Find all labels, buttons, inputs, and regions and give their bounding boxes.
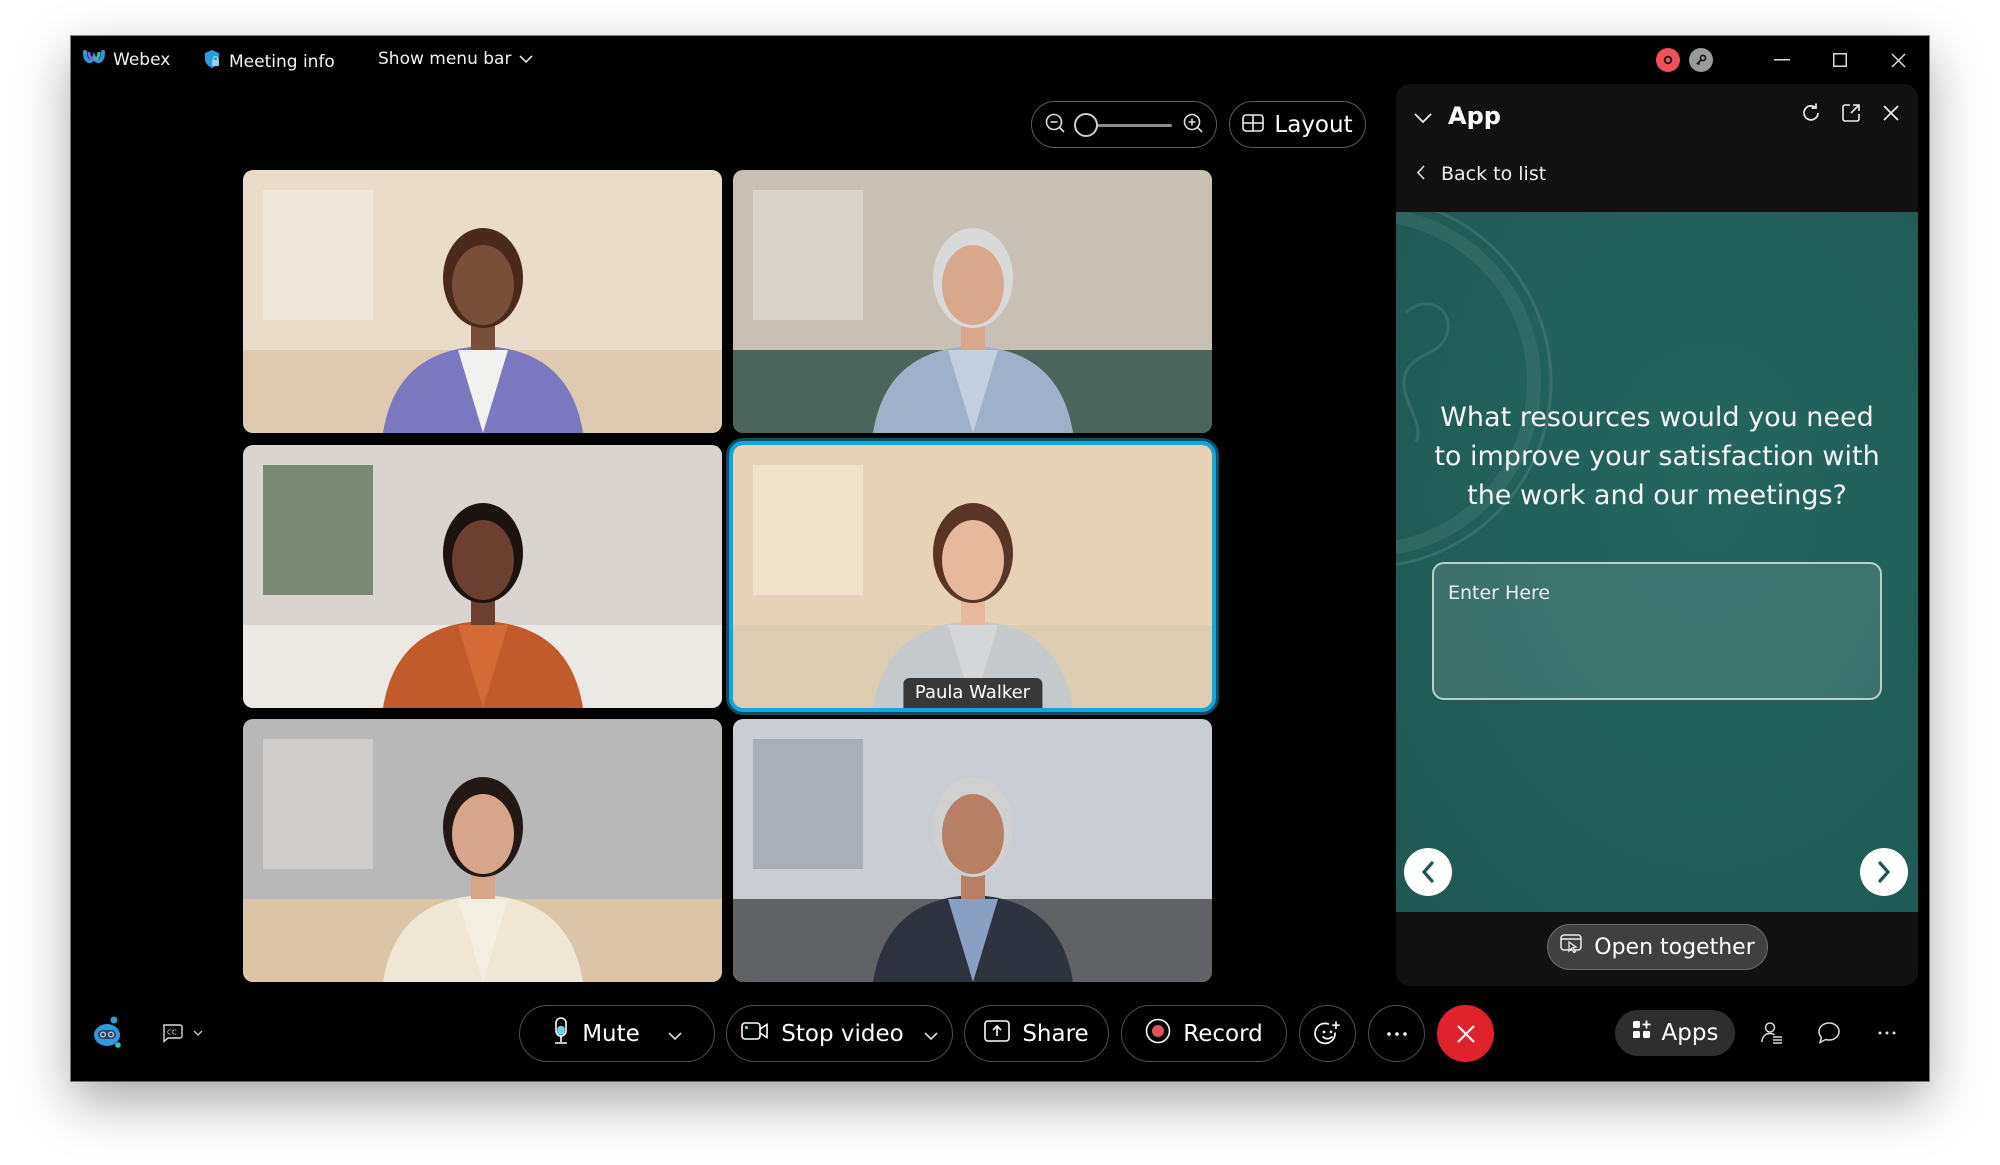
closed-captions-button[interactable]: CC bbox=[157, 1015, 207, 1051]
chevron-down-icon bbox=[519, 49, 534, 69]
closed-captions-icon: CC bbox=[163, 1024, 183, 1043]
show-menu-bar-button[interactable]: Show menu bar bbox=[378, 49, 534, 69]
chevron-down-icon bbox=[193, 1030, 203, 1036]
webex-app-menu[interactable]: Webex bbox=[83, 49, 170, 70]
panel-actions bbox=[1800, 102, 1902, 124]
participant-name-label: Paula Walker bbox=[902, 678, 1043, 708]
chevron-left-icon bbox=[1416, 163, 1425, 185]
webex-logo-icon bbox=[83, 49, 105, 70]
share-window-icon bbox=[1560, 934, 1582, 960]
app-side-panel: App Back to list What resources would yo… bbox=[1396, 84, 1918, 986]
pop-out-icon[interactable] bbox=[1840, 102, 1862, 124]
apps-label: Apps bbox=[1661, 1020, 1719, 1046]
open-together-button[interactable]: Open together bbox=[1547, 924, 1768, 970]
participant-video-tile[interactable] bbox=[733, 170, 1212, 433]
show-menu-bar-label: Show menu bar bbox=[378, 49, 512, 69]
previous-button[interactable] bbox=[1404, 848, 1452, 896]
participant-video-feed bbox=[733, 170, 1212, 433]
participant-video-feed bbox=[243, 170, 722, 433]
layout-button[interactable]: Layout bbox=[1229, 101, 1366, 148]
back-to-list-label: Back to list bbox=[1441, 163, 1547, 185]
more-horizontal-icon bbox=[1878, 1031, 1896, 1035]
back-to-list-link[interactable]: Back to list bbox=[1416, 163, 1546, 185]
panel-collapse-toggle[interactable]: App bbox=[1414, 102, 1501, 130]
panel-title: App bbox=[1448, 102, 1501, 130]
survey-question: What resources would you need to improve… bbox=[1434, 402, 1880, 511]
record-label: Record bbox=[1183, 1020, 1263, 1047]
zoom-out-icon[interactable] bbox=[1044, 112, 1066, 138]
participant-video-tile[interactable] bbox=[733, 719, 1212, 982]
video-zoom-control bbox=[1031, 101, 1217, 148]
participant-video-tile[interactable] bbox=[243, 445, 722, 708]
mute-options-chevron-icon[interactable] bbox=[668, 1021, 682, 1047]
chevron-down-icon bbox=[1414, 102, 1432, 130]
ai-assistant-icon bbox=[94, 1016, 121, 1048]
share-label: Share bbox=[1022, 1020, 1089, 1047]
meeting-controls-bar: CC Mute Stop video Share Record Apps bbox=[71, 998, 1929, 1068]
recording-indicator-icon[interactable] bbox=[1656, 48, 1680, 72]
chat-button[interactable] bbox=[1811, 1015, 1847, 1051]
stop-video-button[interactable]: Stop video bbox=[726, 1005, 953, 1062]
chevron-left-icon bbox=[1421, 861, 1434, 883]
participant-video-feed bbox=[243, 445, 722, 708]
meeting-info-label: Meeting info bbox=[229, 51, 335, 72]
reactions-button[interactable] bbox=[1299, 1005, 1356, 1062]
webex-meeting-window: Webex Meeting info Show menu bar Layout … bbox=[71, 36, 1929, 1081]
participant-video-tile[interactable] bbox=[243, 170, 722, 433]
refresh-icon[interactable] bbox=[1800, 102, 1822, 124]
title-bar: Webex Meeting info Show menu bar bbox=[71, 36, 1929, 84]
grid-layout-icon bbox=[1242, 112, 1265, 138]
minimize-icon bbox=[1774, 59, 1790, 61]
add-reaction-icon bbox=[1313, 1021, 1340, 1044]
panel-header: App bbox=[1396, 84, 1918, 140]
zoom-slider-thumb[interactable] bbox=[1074, 112, 1098, 137]
layout-label: Layout bbox=[1274, 111, 1353, 138]
record-icon bbox=[1145, 1018, 1171, 1050]
more-panel-options-button[interactable] bbox=[1869, 1015, 1905, 1051]
apps-grid-icon bbox=[1632, 1020, 1652, 1046]
share-screen-icon bbox=[984, 1019, 1011, 1048]
shield-lock-icon bbox=[203, 49, 221, 74]
participants-icon bbox=[1761, 1022, 1782, 1044]
participant-video-feed bbox=[243, 719, 722, 982]
title-bar-right bbox=[1656, 36, 1929, 84]
video-options-chevron-icon[interactable] bbox=[924, 1021, 938, 1047]
chat-bubble-icon bbox=[1818, 1022, 1840, 1045]
participant-video-tile[interactable] bbox=[243, 719, 722, 982]
answer-input[interactable] bbox=[1432, 562, 1882, 700]
next-button[interactable] bbox=[1860, 848, 1908, 896]
close-icon bbox=[1456, 1024, 1475, 1043]
stop-video-label: Stop video bbox=[781, 1020, 904, 1047]
participant-video-feed bbox=[733, 719, 1212, 982]
mute-button[interactable]: Mute bbox=[519, 1005, 715, 1062]
camera-icon bbox=[741, 1021, 769, 1047]
record-button[interactable]: Record bbox=[1121, 1005, 1287, 1062]
maximize-button[interactable] bbox=[1811, 36, 1869, 84]
participant-video-tile[interactable]: Paula Walker bbox=[729, 441, 1216, 712]
close-window-button[interactable] bbox=[1869, 36, 1927, 84]
zoom-in-icon[interactable] bbox=[1182, 112, 1204, 138]
share-button[interactable]: Share bbox=[964, 1005, 1109, 1062]
embedded-app-view: What resources would you need to improve… bbox=[1396, 212, 1918, 912]
mute-label: Mute bbox=[582, 1020, 640, 1047]
close-icon bbox=[1890, 52, 1906, 68]
app-name: Webex bbox=[113, 49, 171, 70]
ai-assistant-button[interactable] bbox=[88, 1012, 128, 1052]
apps-button[interactable]: Apps bbox=[1615, 1010, 1735, 1056]
zoom-slider[interactable] bbox=[1074, 112, 1174, 138]
maximize-icon bbox=[1833, 53, 1847, 67]
participant-video-feed bbox=[733, 445, 1212, 708]
svg-text:CC: CC bbox=[167, 1029, 177, 1037]
meeting-info-button[interactable]: Meeting info bbox=[203, 49, 335, 74]
leave-meeting-button[interactable] bbox=[1437, 1005, 1494, 1062]
minimize-button[interactable] bbox=[1753, 36, 1811, 84]
chevron-right-icon bbox=[1878, 861, 1891, 883]
close-icon[interactable] bbox=[1880, 102, 1902, 124]
key-icon[interactable] bbox=[1689, 48, 1713, 72]
microphone-icon bbox=[552, 1016, 570, 1051]
participants-button[interactable] bbox=[1754, 1015, 1790, 1051]
more-horizontal-icon bbox=[1386, 1031, 1407, 1036]
open-together-label: Open together bbox=[1594, 934, 1755, 960]
more-options-button[interactable] bbox=[1368, 1005, 1425, 1062]
